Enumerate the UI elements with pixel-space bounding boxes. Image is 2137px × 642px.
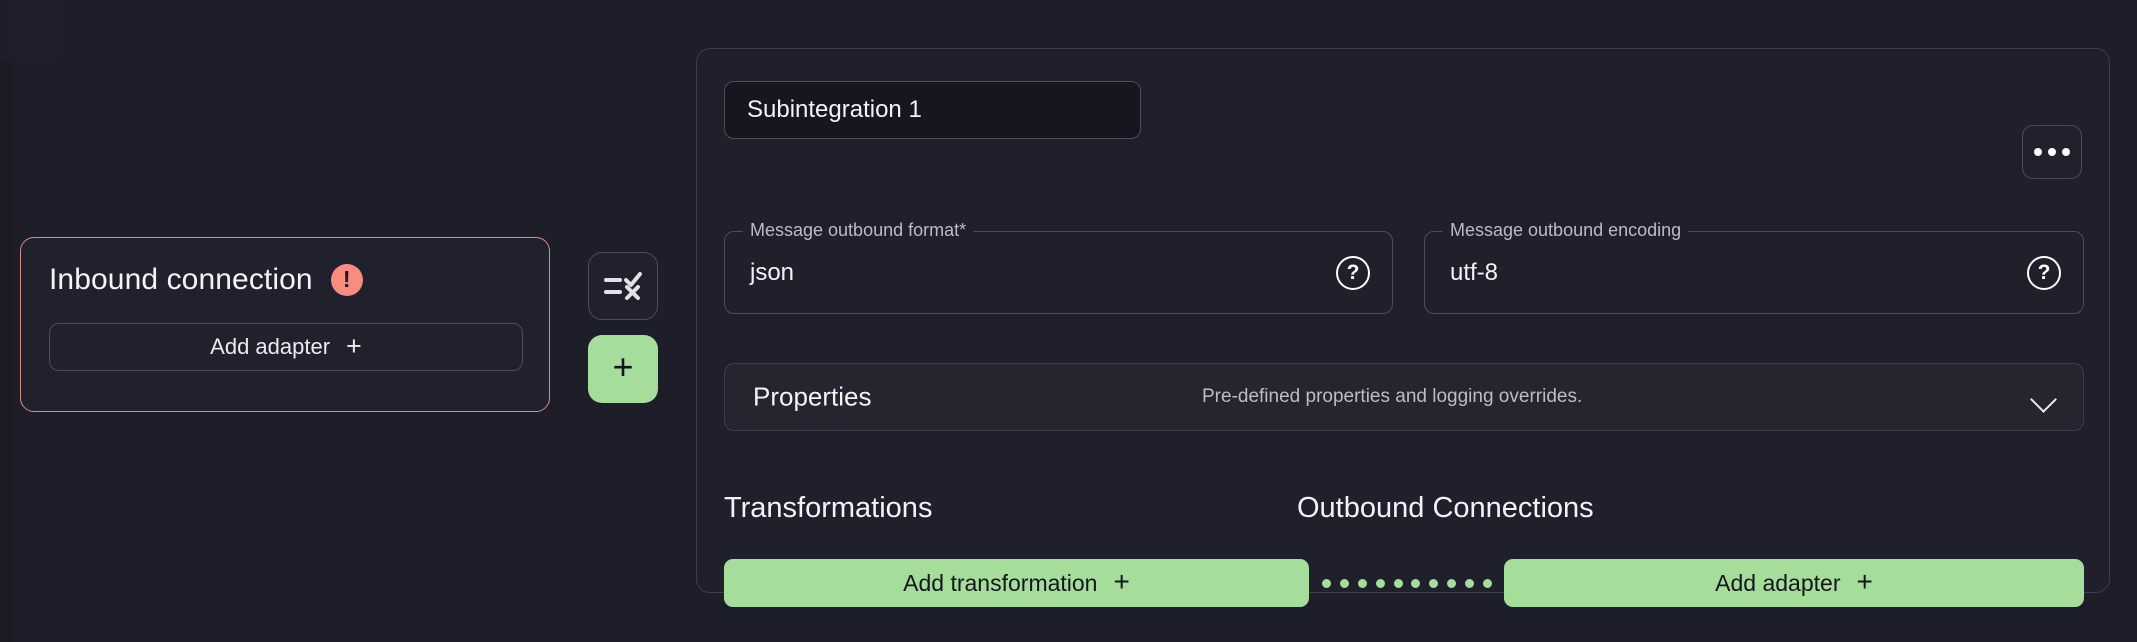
sidebar-edge-accent (0, 0, 58, 62)
inbound-add-adapter-button[interactable]: Add adapter + (49, 323, 523, 371)
outbound-connections-heading: Outbound Connections (1297, 492, 1594, 524)
add-transformation-label: Add transformation (903, 569, 1098, 596)
connector-dot (1357, 578, 1367, 588)
connector-dot (1339, 578, 1349, 588)
connector-dot (1393, 578, 1403, 588)
plus-icon: + (1856, 566, 1873, 597)
add-transformation-button[interactable]: Add transformation + (724, 559, 1309, 607)
connector-dot (1411, 578, 1421, 588)
integration-flow-canvas: Inbound connection ! Add adapter + + Sub… (0, 0, 2137, 642)
plus-icon: + (346, 330, 362, 361)
message-outbound-format-value: json (750, 258, 795, 286)
outbound-add-adapter-button[interactable]: Add adapter + (1504, 559, 2084, 607)
kebab-dot (2034, 148, 2042, 156)
connector-dot (1429, 578, 1439, 588)
message-outbound-encoding-field[interactable]: Message outbound encoding utf-8 ? (1424, 220, 2084, 314)
inbound-connection-title: Inbound connection (49, 263, 313, 296)
message-outbound-format-field[interactable]: Message outbound format* json ? (724, 220, 1393, 314)
kebab-dot (2062, 148, 2070, 156)
checklist-validate-icon (604, 272, 642, 300)
message-outbound-encoding-label: Message outbound encoding (1443, 220, 1689, 241)
help-circle-icon[interactable]: ? (2027, 255, 2061, 290)
help-circle-icon[interactable]: ? (1336, 255, 1370, 290)
add-subintegration-button[interactable]: + (588, 335, 658, 403)
connector-dot (1375, 578, 1385, 588)
connector-dot (1447, 578, 1457, 588)
message-outbound-format-label: Message outbound format* (743, 220, 974, 241)
inbound-connection-card[interactable]: Inbound connection ! Add adapter + (20, 237, 550, 412)
subintegration-menu-button[interactable] (2022, 125, 2082, 179)
connector-dot (1482, 578, 1492, 588)
subintegration-title-input[interactable]: Subintegration 1 (724, 81, 1141, 139)
inbound-add-adapter-label: Add adapter (210, 334, 331, 359)
subintegration-panel: Subintegration 1 Message outbound format… (696, 48, 2110, 607)
transformations-heading: Transformations (724, 492, 933, 524)
transformation-outbound-connector (1322, 577, 1492, 589)
properties-description: Pre-defined properties and logging overr… (1202, 386, 1583, 407)
chevron-down-icon[interactable] (2030, 386, 2057, 413)
message-outbound-encoding-value: utf-8 (1450, 258, 1499, 286)
error-exclamation-icon: ! (330, 264, 363, 296)
outbound-add-adapter-label: Add adapter (1715, 569, 1841, 596)
properties-accordion[interactable]: Properties Pre-defined properties and lo… (724, 363, 2084, 431)
connector-dot (1465, 578, 1474, 588)
validate-integration-button[interactable] (588, 252, 658, 320)
plus-icon: + (612, 346, 634, 387)
properties-title: Properties (753, 381, 872, 412)
sidebar-edge (0, 0, 58, 642)
inbound-connection-header: Inbound connection ! (49, 263, 363, 297)
connector-dot (1322, 578, 1331, 588)
kebab-dot (2048, 148, 2056, 156)
plus-icon: + (1113, 566, 1130, 597)
